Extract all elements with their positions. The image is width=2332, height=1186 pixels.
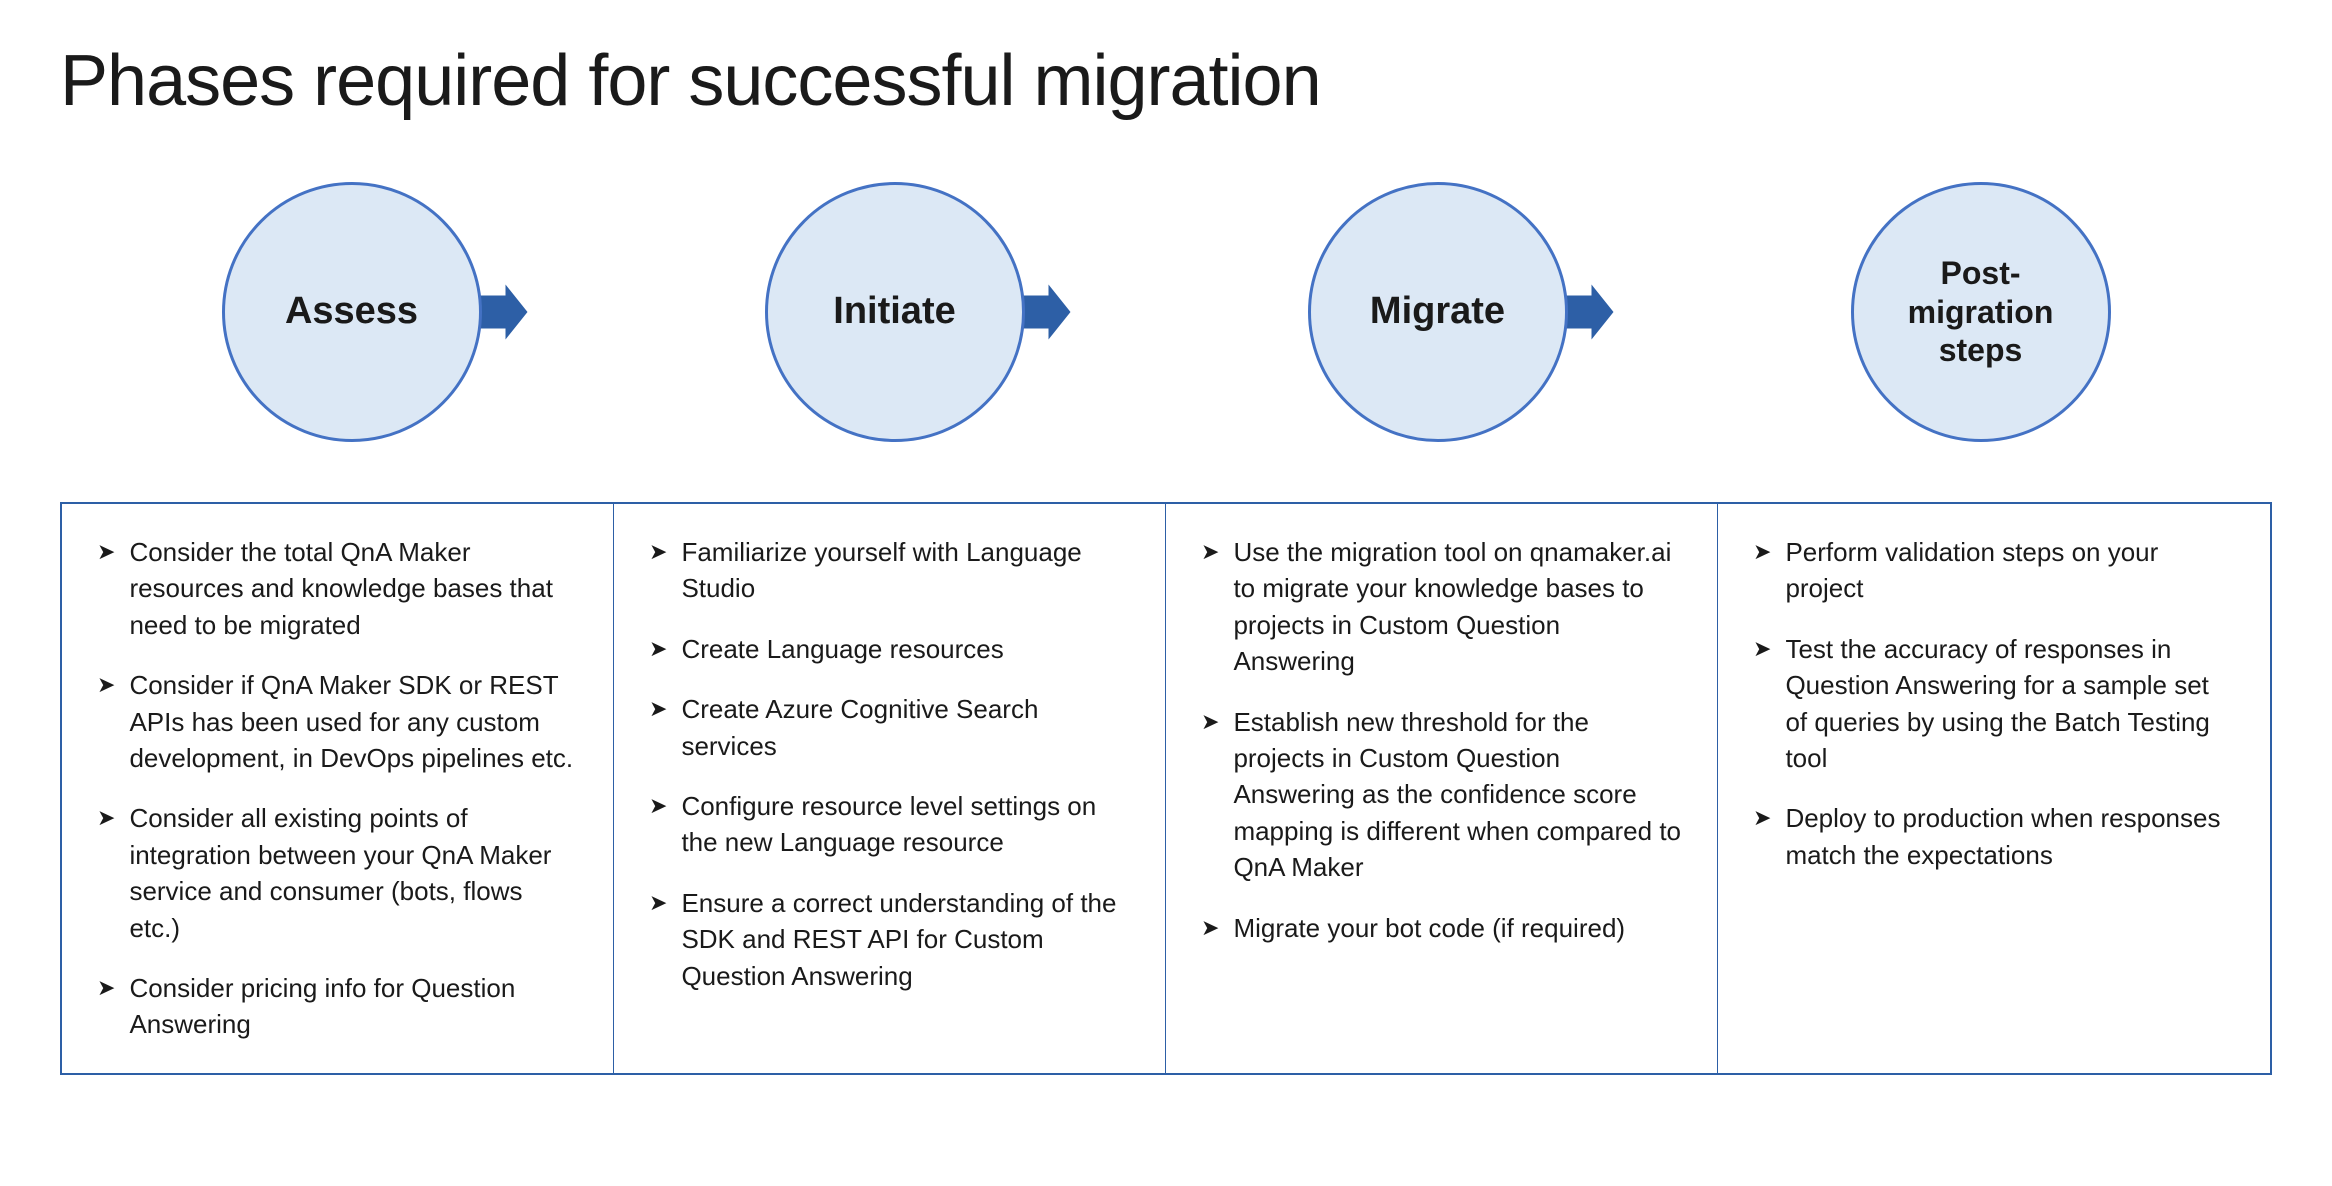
initiate-circle: Initiate — [765, 182, 1025, 442]
bullet-arrow-icon: ➤ — [1753, 634, 1771, 665]
assess-bullet-text-2: Consider if QnA Maker SDK or REST APIs h… — [129, 667, 578, 776]
bullet-arrow-icon: ➤ — [649, 694, 667, 725]
bullet-arrow-icon: ➤ — [649, 888, 667, 919]
assess-circle: Assess — [222, 182, 482, 442]
bullet-arrow-icon: ➤ — [649, 537, 667, 568]
post-migration-bullet-text-2: Test the accuracy of responses in Questi… — [1785, 631, 2235, 777]
bullet-arrow-icon: ➤ — [1753, 537, 1771, 568]
assess-bullet-1: ➤ Consider the total QnA Maker resources… — [97, 534, 578, 643]
initiate-label: Initiate — [833, 289, 955, 335]
bullet-arrow-icon: ➤ — [97, 537, 115, 568]
phases-row: Assess Initiate Migrate Post-migrationst… — [60, 172, 2272, 452]
initiate-bullet-text-2: Create Language resources — [681, 631, 1130, 667]
migrate-bullet-text-3: Migrate your bot code (if required) — [1233, 910, 1682, 946]
initiate-bullet-text-3: Create Azure Cognitive Search services — [681, 691, 1130, 764]
bullet-arrow-icon: ➤ — [1753, 803, 1771, 834]
bullet-arrow-icon: ➤ — [1201, 707, 1219, 738]
phase-migrate: Migrate — [1298, 172, 1578, 452]
post-migration-circle: Post-migrationsteps — [1851, 182, 2111, 442]
post-migration-label: Post-migrationsteps — [1908, 254, 2054, 369]
assess-info-col: ➤ Consider the total QnA Maker resources… — [62, 504, 614, 1073]
assess-label: Assess — [285, 289, 418, 335]
initiate-bullet-3: ➤ Create Azure Cognitive Search services — [649, 691, 1130, 764]
bullet-arrow-icon: ➤ — [649, 791, 667, 822]
assess-bullet-text-4: Consider pricing info for Question Answe… — [129, 970, 578, 1043]
migrate-info-col: ➤ Use the migration tool on qnamaker.ai … — [1166, 504, 1718, 1073]
post-migration-bullet-1: ➤ Perform validation steps on your proje… — [1753, 534, 2235, 607]
bullet-arrow-icon: ➤ — [97, 670, 115, 701]
initiate-bullet-2: ➤ Create Language resources — [649, 631, 1130, 667]
info-grid: ➤ Consider the total QnA Maker resources… — [60, 502, 2272, 1075]
phase-initiate: Initiate — [755, 172, 1035, 452]
page-title: Phases required for successful migration — [60, 40, 2272, 122]
assess-bullet-2: ➤ Consider if QnA Maker SDK or REST APIs… — [97, 667, 578, 776]
initiate-bullet-text-5: Ensure a correct understanding of the SD… — [681, 885, 1130, 994]
migrate-bullet-text-2: Establish new threshold for the projects… — [1233, 704, 1682, 886]
bullet-arrow-icon: ➤ — [1201, 913, 1219, 944]
migrate-bullet-3: ➤ Migrate your bot code (if required) — [1201, 910, 1682, 946]
bullet-arrow-icon: ➤ — [97, 803, 115, 834]
migrate-bullet-1: ➤ Use the migration tool on qnamaker.ai … — [1201, 534, 1682, 680]
initiate-bullet-text-4: Configure resource level settings on the… — [681, 788, 1130, 861]
migrate-circle: Migrate — [1308, 182, 1568, 442]
bullet-arrow-icon: ➤ — [1201, 537, 1219, 568]
phase-post-migration: Post-migrationsteps — [1841, 172, 2121, 452]
post-migration-bullet-text-3: Deploy to production when responses matc… — [1785, 800, 2235, 873]
assess-bullet-3: ➤ Consider all existing points of integr… — [97, 800, 578, 946]
migrate-label: Migrate — [1370, 289, 1505, 335]
initiate-bullet-1: ➤ Familiarize yourself with Language Stu… — [649, 534, 1130, 607]
assess-bullet-text-3: Consider all existing points of integrat… — [129, 800, 578, 946]
migrate-bullet-text-1: Use the migration tool on qnamaker.ai to… — [1233, 534, 1682, 680]
post-migration-bullet-2: ➤ Test the accuracy of responses in Ques… — [1753, 631, 2235, 777]
migrate-bullet-2: ➤ Establish new threshold for the projec… — [1201, 704, 1682, 886]
bullet-arrow-icon: ➤ — [649, 634, 667, 665]
assess-bullet-text-1: Consider the total QnA Maker resources a… — [129, 534, 578, 643]
initiate-info-col: ➤ Familiarize yourself with Language Stu… — [614, 504, 1166, 1073]
post-migration-info-col: ➤ Perform validation steps on your proje… — [1718, 504, 2270, 1073]
post-migration-bullet-text-1: Perform validation steps on your project — [1785, 534, 2235, 607]
phase-assess: Assess — [212, 172, 492, 452]
assess-bullet-4: ➤ Consider pricing info for Question Ans… — [97, 970, 578, 1043]
initiate-bullet-5: ➤ Ensure a correct understanding of the … — [649, 885, 1130, 994]
bullet-arrow-icon: ➤ — [97, 973, 115, 1004]
initiate-bullet-4: ➤ Configure resource level settings on t… — [649, 788, 1130, 861]
post-migration-bullet-3: ➤ Deploy to production when responses ma… — [1753, 800, 2235, 873]
initiate-bullet-text-1: Familiarize yourself with Language Studi… — [681, 534, 1130, 607]
